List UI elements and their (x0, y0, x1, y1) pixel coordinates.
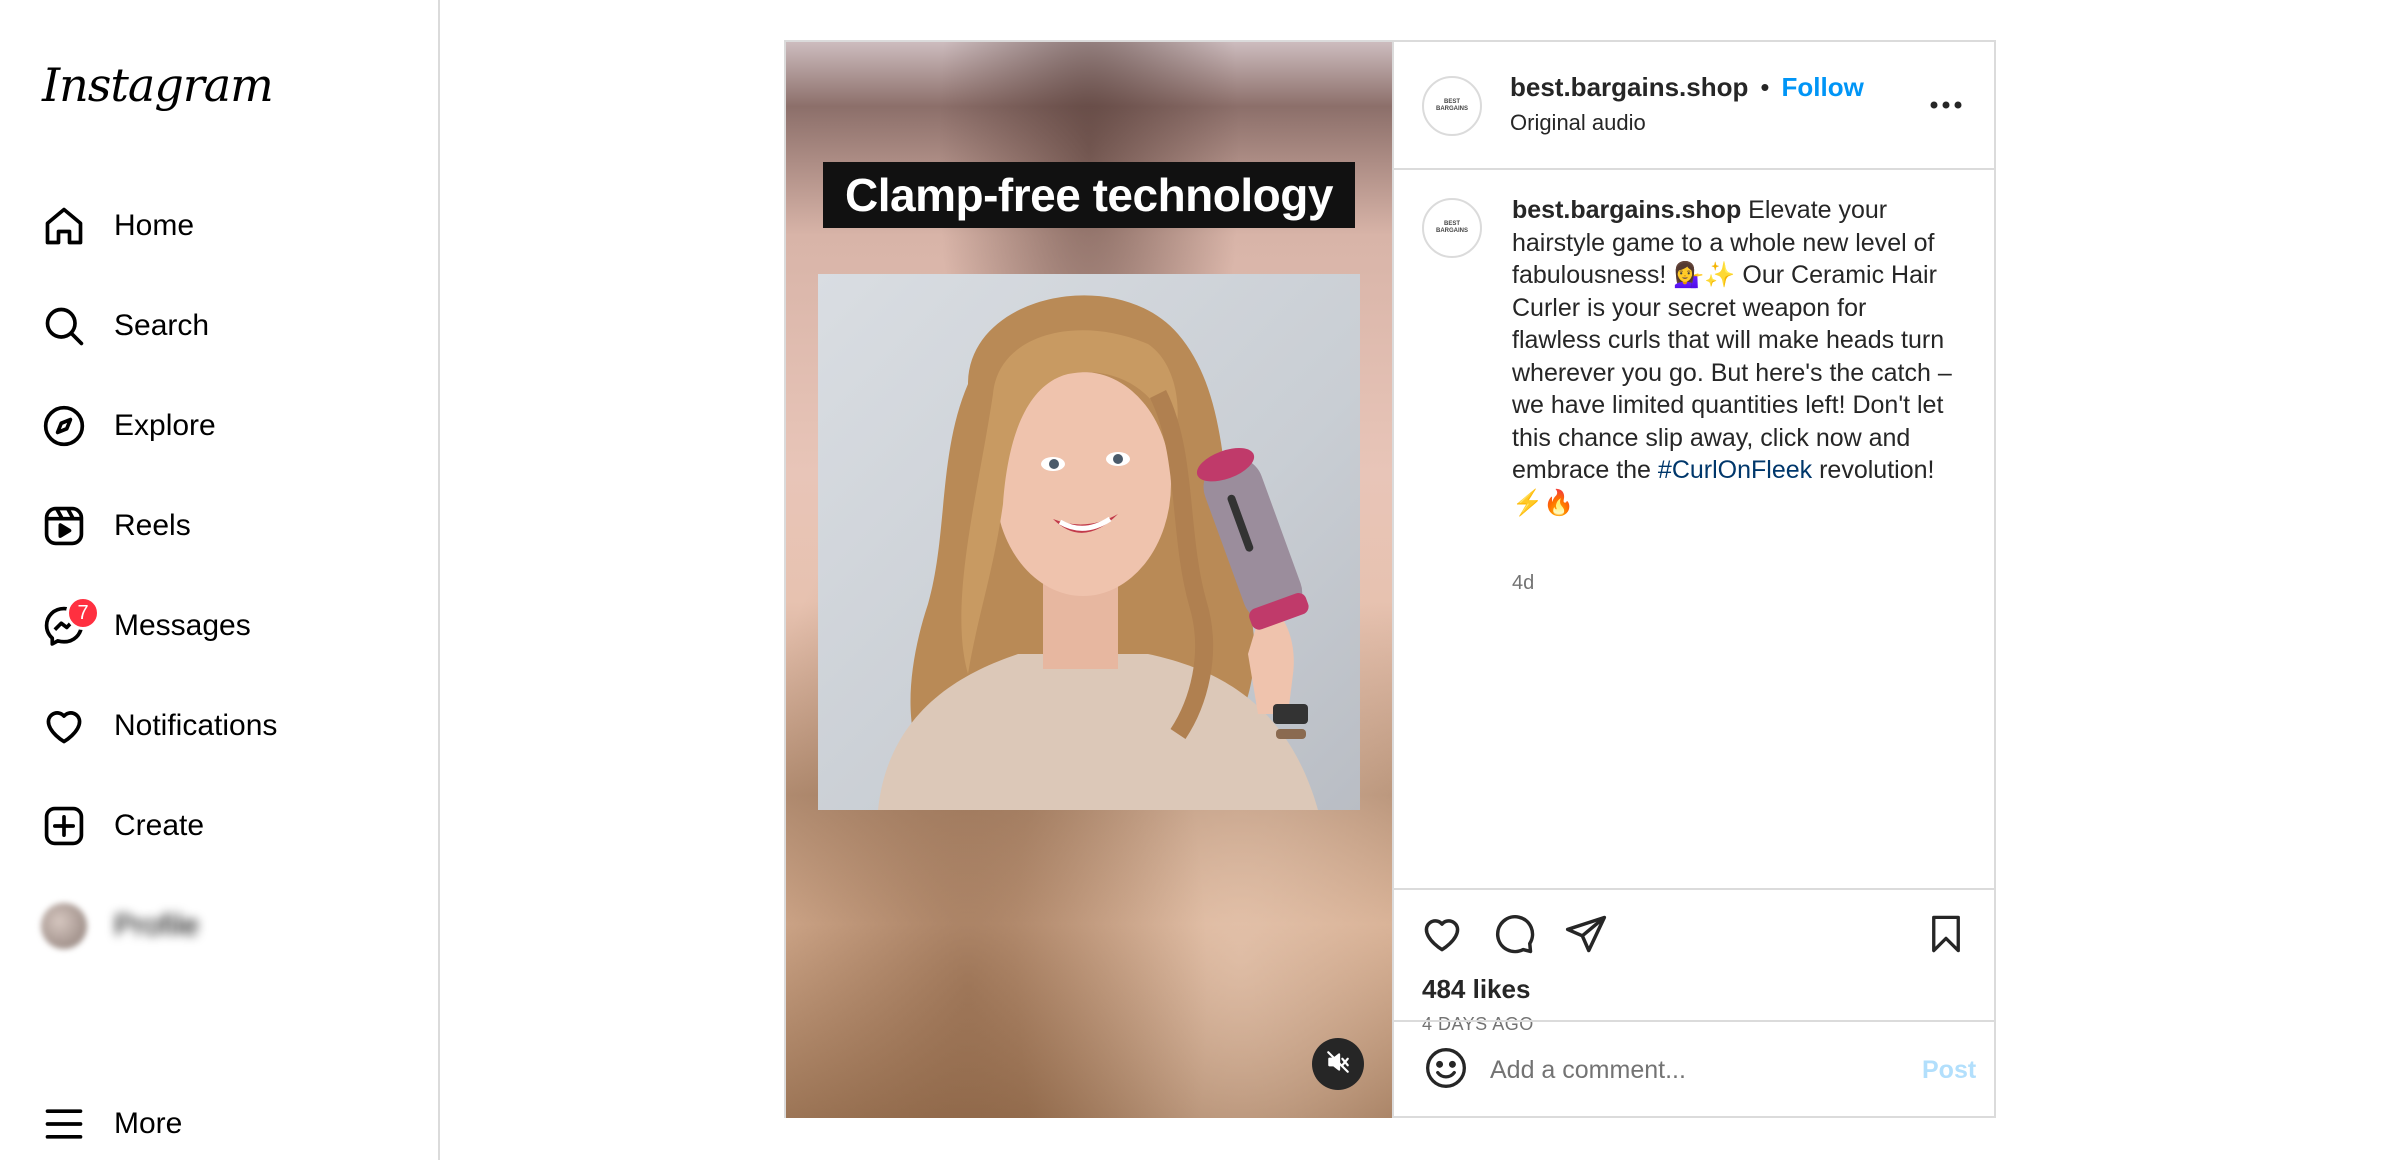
follow-button[interactable]: Follow (1782, 72, 1864, 103)
heart-icon (40, 702, 88, 750)
home-icon (40, 202, 88, 250)
sidebar-item-label: Create (114, 809, 205, 842)
reels-icon (40, 502, 88, 550)
separator-dot: • (1760, 72, 1770, 102)
caption-text: best.bargains.shop Elevate your hairstyl… (1512, 194, 1952, 519)
bookmark-icon (1925, 913, 1967, 960)
avatar[interactable]: BEST BARGAINS (1422, 76, 1482, 136)
original-audio-link[interactable]: Original audio (1510, 110, 1646, 136)
avatar[interactable]: BEST BARGAINS (1422, 198, 1482, 258)
sidebar-item-label: Notifications (114, 709, 278, 742)
post-comment-button[interactable]: Post (1922, 1056, 1976, 1085)
sidebar-item-label: Reels (114, 509, 191, 542)
like-button[interactable] (1418, 912, 1466, 960)
product-photo (818, 274, 1360, 810)
ellipsis-icon (1929, 97, 1963, 115)
header-user-row: best.bargains.shop • Follow (1510, 72, 1864, 103)
instagram-logo[interactable]: Instagram (42, 58, 274, 112)
sidebar-item-label: Home (114, 209, 195, 242)
sidebar-item-label: More (114, 1107, 183, 1140)
paper-plane-icon (1564, 912, 1608, 961)
sidebar-item-messages[interactable]: 7 Messages (40, 594, 420, 658)
comment-button[interactable] (1490, 912, 1538, 960)
speaker-muted-icon (1325, 1049, 1351, 1080)
comment-bar: Post (1394, 1020, 1996, 1118)
save-button[interactable] (1922, 912, 1970, 960)
caption-timestamp[interactable]: 4d (1512, 572, 1534, 595)
caption-username-link[interactable]: best.bargains.shop (1512, 196, 1741, 224)
sidebar: Instagram Home Search Explore Reels 7 Me… (0, 0, 440, 1160)
sidebar-item-notifications[interactable]: Notifications (40, 694, 420, 758)
video-banner-text: Clamp-free technology (823, 162, 1355, 228)
sidebar-item-label: Messages (114, 609, 251, 642)
sidebar-item-explore[interactable]: Explore (40, 394, 420, 458)
compass-icon (40, 402, 88, 450)
post-modal: Clamp-free technology BEST BARGAINS best… (784, 40, 1996, 1118)
caption-area: BEST BARGAINS best.bargains.shop Elevate … (1394, 170, 1996, 888)
avatar (40, 902, 88, 950)
sidebar-item-reels[interactable]: Reels (40, 494, 420, 558)
search-icon (40, 302, 88, 350)
sidebar-item-label: Search (114, 309, 210, 342)
post-header: BEST BARGAINS best.bargains.shop • Follow… (1394, 42, 1996, 170)
likes-count[interactable]: 484 likes (1422, 974, 1530, 1005)
sidebar-item-label: Profile (114, 909, 200, 942)
username-link[interactable]: best.bargains.shop (1510, 72, 1748, 103)
emoji-button[interactable] (1422, 1046, 1470, 1094)
comment-icon (1492, 912, 1536, 961)
heart-icon (1420, 912, 1464, 961)
smiley-icon (1424, 1046, 1468, 1095)
sidebar-item-search[interactable]: Search (40, 294, 420, 358)
sidebar-item-more[interactable]: More (40, 1092, 420, 1156)
hashtag-link[interactable]: #CurlOnFleek (1658, 456, 1812, 484)
sidebar-item-profile[interactable]: Profile (40, 894, 420, 958)
caption-body: Elevate your hairstyle game to a whole n… (1512, 196, 1952, 484)
post-side-panel: BEST BARGAINS best.bargains.shop • Follow… (1392, 42, 1996, 1118)
sidebar-item-create[interactable]: Create (40, 794, 420, 858)
sidebar-item-home[interactable]: Home (40, 194, 420, 258)
messages-badge: 7 (66, 596, 100, 630)
messenger-icon: 7 (40, 596, 100, 650)
post-video[interactable]: Clamp-free technology (786, 42, 1392, 1118)
comment-input[interactable] (1490, 1046, 1890, 1094)
more-options-button[interactable] (1922, 86, 1970, 126)
menu-icon (40, 1100, 88, 1148)
plus-square-icon (40, 802, 88, 850)
share-button[interactable] (1562, 912, 1610, 960)
mute-button[interactable] (1312, 1038, 1364, 1090)
sidebar-item-label: Explore (114, 409, 216, 442)
